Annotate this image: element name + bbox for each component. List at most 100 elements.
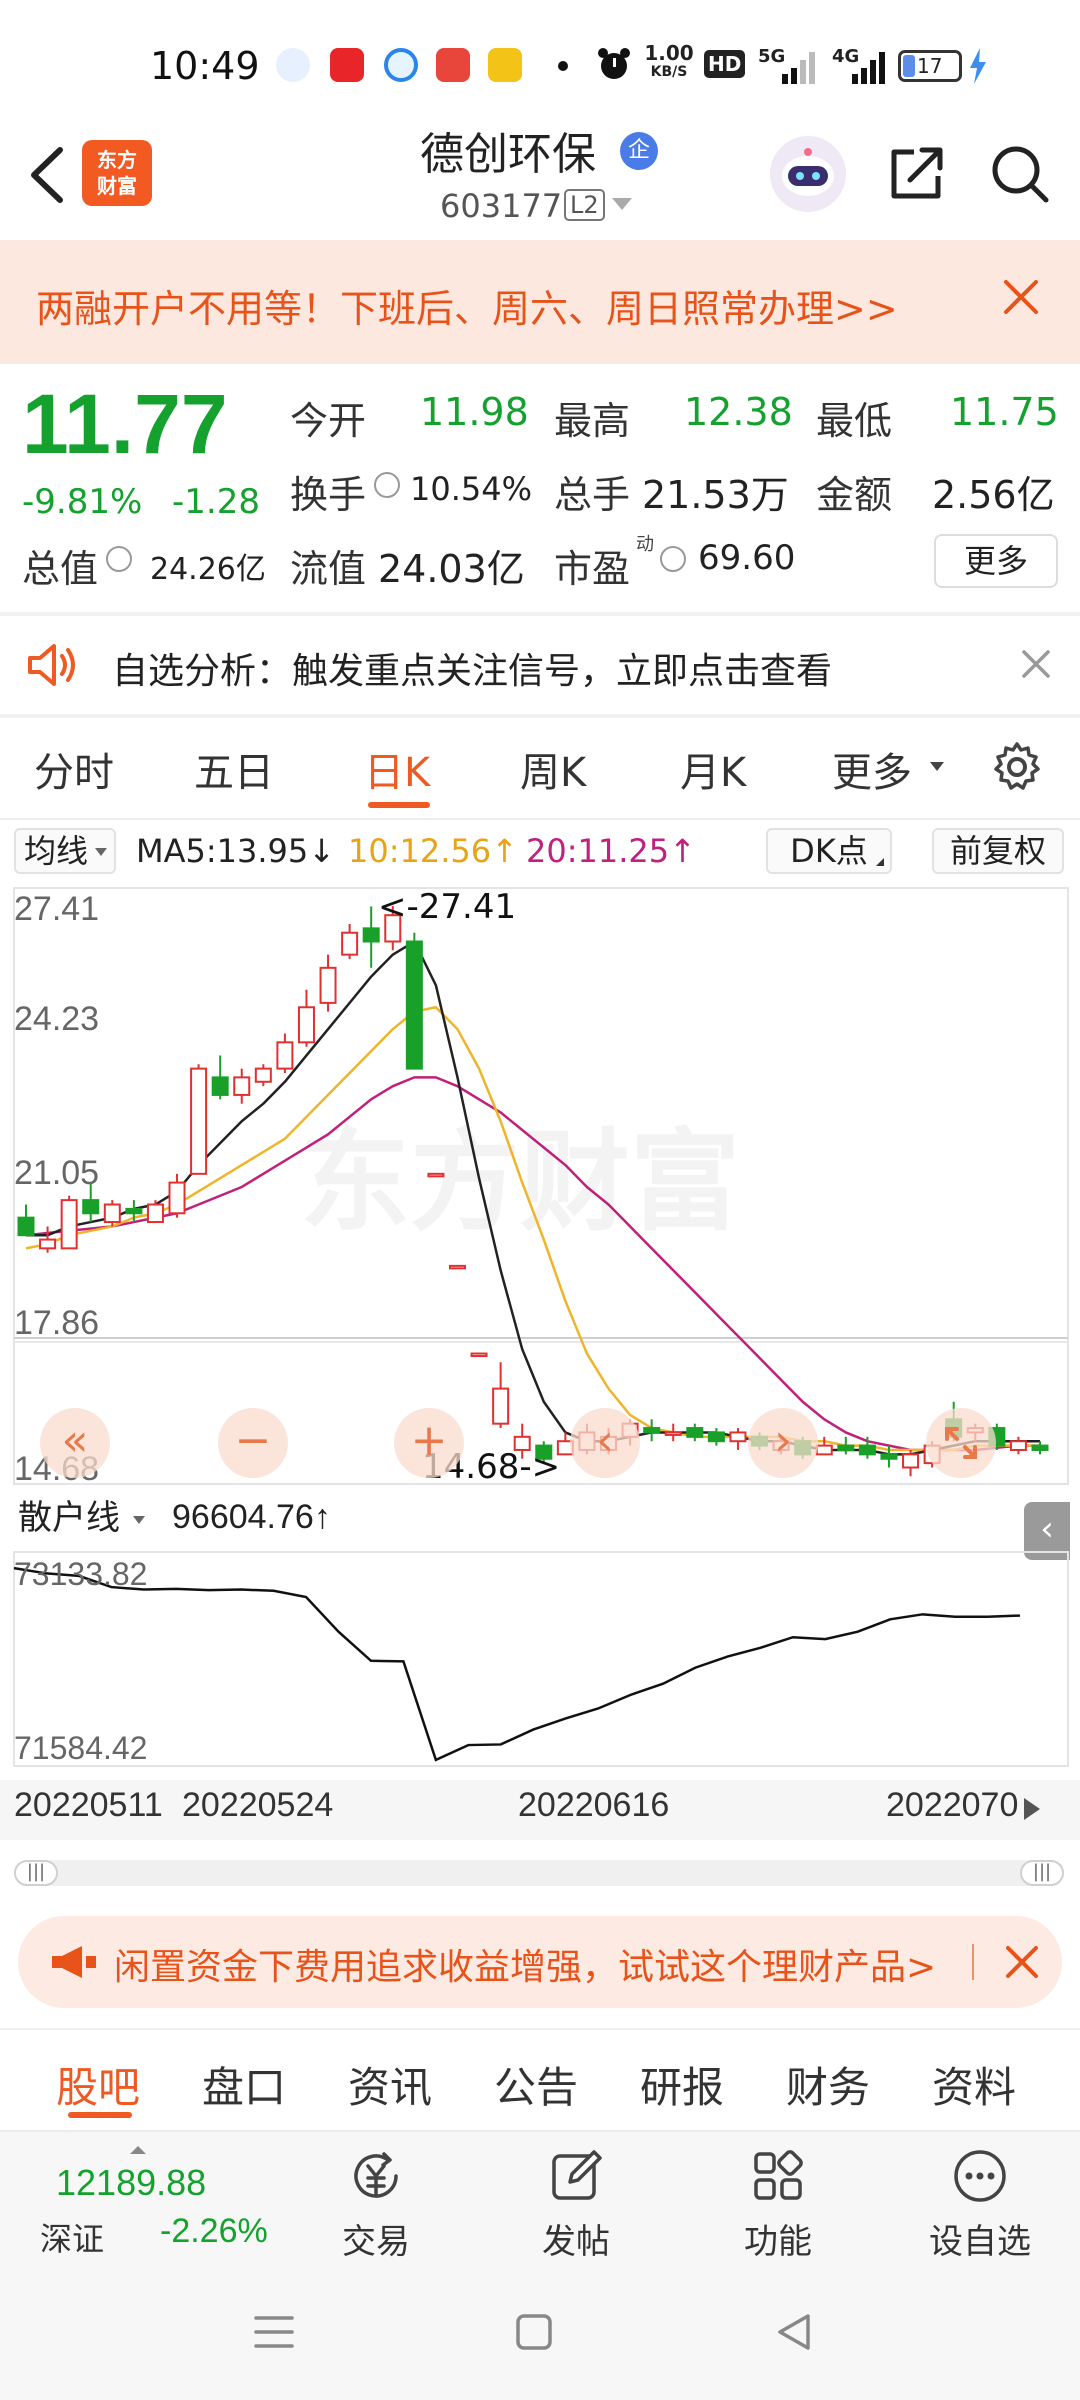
zoom-out-button[interactable]: − (218, 1408, 288, 1478)
back-nav-icon[interactable] (774, 2310, 814, 2354)
kline-chart[interactable]: 东方财富 <-27.41 14.68-> 27.41 24.23 21.05 1… (0, 880, 1080, 1490)
low-label: 最低 (816, 399, 893, 443)
kline-plot[interactable]: 东方财富 <-27.41 14.68-> (0, 880, 1080, 1490)
candle (254, 1067, 272, 1083)
pe-label: 市盈 (554, 547, 631, 591)
signal-notice-bar[interactable]: 自选分析：触发重点关注信号，立即点击查看 (0, 616, 1080, 716)
chart-range-scroller[interactable]: ||| ||| (14, 1860, 1064, 1886)
zoom-in-button[interactable]: + (394, 1408, 464, 1478)
app-notification-icon (330, 48, 364, 82)
current-price: 11.77 (22, 377, 228, 471)
tab-order-book[interactable]: 盘口 (202, 2054, 286, 2115)
scroller-right-handle[interactable]: ||| (1020, 1860, 1064, 1886)
info-icon[interactable] (106, 546, 132, 572)
functions-button[interactable]: 功能 (708, 2142, 848, 2262)
info-icon[interactable] (660, 546, 686, 572)
tab-more[interactable]: 更多 (832, 740, 912, 798)
candle (17, 1216, 35, 1237)
volume-value: 21.53万 (642, 473, 789, 517)
candle (448, 1264, 466, 1270)
adjust-mode-button[interactable]: 前复权 (932, 828, 1064, 874)
info-icon[interactable] (374, 472, 400, 498)
dk-label: DK点 (790, 832, 868, 870)
stock-code[interactable]: 603177 (440, 187, 562, 225)
level2-badge[interactable]: L2 (564, 189, 605, 221)
tab-monthly-k[interactable]: 月K (680, 740, 746, 798)
ma10-value: 10:12.56 (348, 832, 492, 870)
search-icon[interactable] (986, 140, 1052, 206)
gear-icon[interactable] (990, 740, 1044, 794)
indicator-row: 散户线 96604.76↑ ‹ (0, 1492, 1080, 1560)
enterprise-badge-icon: 企 (620, 132, 658, 170)
notice-text[interactable]: 自选分析：触发重点关注信号，立即点击查看 (112, 642, 832, 694)
promo-text[interactable]: 两融开户不用等！下班后、周六、周日照常办理>> (36, 278, 898, 333)
candle (39, 1238, 57, 1250)
tab-profile[interactable]: 资料 (932, 2054, 1016, 2115)
indicator-select-label: 散户线 (18, 1498, 120, 1538)
indicator-plot[interactable] (0, 1548, 1080, 1788)
x-tick-label: 20220511 (14, 1786, 163, 1824)
tab-news[interactable]: 资讯 (348, 2054, 432, 2115)
index-ticker[interactable]: 12189.88 深证 -2.26% (0, 2132, 300, 2266)
candle (470, 1352, 488, 1358)
chevron-down-icon[interactable] (612, 198, 632, 210)
y-tick-label: 24.23 (14, 1000, 100, 1038)
chevron-down-icon (95, 848, 108, 856)
scroll-right-icon[interactable] (1016, 1794, 1046, 1824)
back-button[interactable] (18, 140, 78, 210)
pe-superscript: 动 (636, 534, 654, 555)
post-button[interactable]: 发帖 (506, 2142, 646, 2262)
ma-legend-row: 均线 MA5:13.95↓ 10:12.56↑ 20:11.25↑ DK点 前复… (0, 824, 1080, 880)
ma10-legend: 10:12.56↑ (348, 832, 518, 870)
pe-value: 69.60 (698, 538, 796, 578)
bottom-toolbar: 12189.88 深证 -2.26% 交易 发帖 功能 设自选 (0, 2132, 1080, 2266)
candle (211, 1076, 229, 1096)
market-cap-label: 总值 (22, 547, 99, 591)
promo-banner[interactable]: 两融开户不用等！下班后、周六、周日照常办理>> (0, 240, 1080, 364)
close-icon[interactable] (996, 272, 1046, 322)
home-icon[interactable] (514, 2312, 554, 2352)
rewind-button[interactable]: « (40, 1408, 110, 1478)
share-icon[interactable] (884, 140, 950, 206)
prev-button[interactable]: ‹ (570, 1408, 640, 1478)
ma-select[interactable]: 均线 (14, 828, 117, 874)
dk-point-button[interactable]: DK点 (766, 828, 892, 874)
candle (686, 1427, 704, 1438)
tab-guba[interactable]: 股吧 (56, 2054, 140, 2115)
chevron-down-icon (133, 1516, 145, 1524)
more-button[interactable]: 更多 (934, 534, 1058, 588)
indicator-select[interactable]: 散户线 (14, 1496, 152, 1542)
tab-finance[interactable]: 财务 (786, 2054, 870, 2115)
close-icon[interactable] (1016, 644, 1056, 684)
close-icon[interactable] (1002, 1942, 1042, 1982)
chevron-down-icon[interactable] (930, 762, 944, 771)
tab-research[interactable]: 研报 (640, 2054, 724, 2115)
product-ad-bar[interactable]: 闲置资金下费用追求收益增强，试试这个理财产品> (18, 1916, 1062, 2008)
post-label: 发帖 (542, 2222, 610, 2262)
add-watchlist-button[interactable]: 设自选 (910, 2142, 1050, 2262)
high-marker-arrow: <- (378, 887, 419, 927)
tab-announcements[interactable]: 公告 (494, 2054, 578, 2115)
scroller-left-handle[interactable]: ||| (14, 1860, 58, 1886)
candle (103, 1203, 121, 1224)
trade-label: 交易 (342, 2222, 410, 2262)
app-logo[interactable]: 东方 财富 (82, 140, 152, 206)
indicator-chart[interactable]: 73133.82 71584.42 (0, 1548, 1080, 1788)
status-time: 10:49 (150, 44, 260, 88)
index-value: 12189.88 (56, 2162, 207, 2203)
tab-weekly-k[interactable]: 周K (520, 740, 586, 798)
assistant-robot-icon[interactable] (770, 136, 846, 212)
tab-daily-k[interactable]: 日K (364, 740, 430, 798)
menu-icon[interactable] (252, 2312, 296, 2352)
candle (341, 931, 359, 956)
megaphone-icon (52, 1946, 96, 1978)
tab-intraday[interactable]: 分时 (34, 740, 114, 798)
next-button[interactable]: › (748, 1408, 818, 1478)
grid-icon (754, 2150, 803, 2200)
fullscreen-button[interactable] (926, 1408, 996, 1478)
ad-text[interactable]: 闲置资金下费用追求收益增强，试试这个理财产品> (114, 1938, 936, 1990)
candle (233, 1076, 251, 1096)
trade-button[interactable]: 交易 (306, 2142, 446, 2262)
active-tab-indicator (368, 802, 430, 808)
tab-five-day[interactable]: 五日 (194, 740, 274, 798)
